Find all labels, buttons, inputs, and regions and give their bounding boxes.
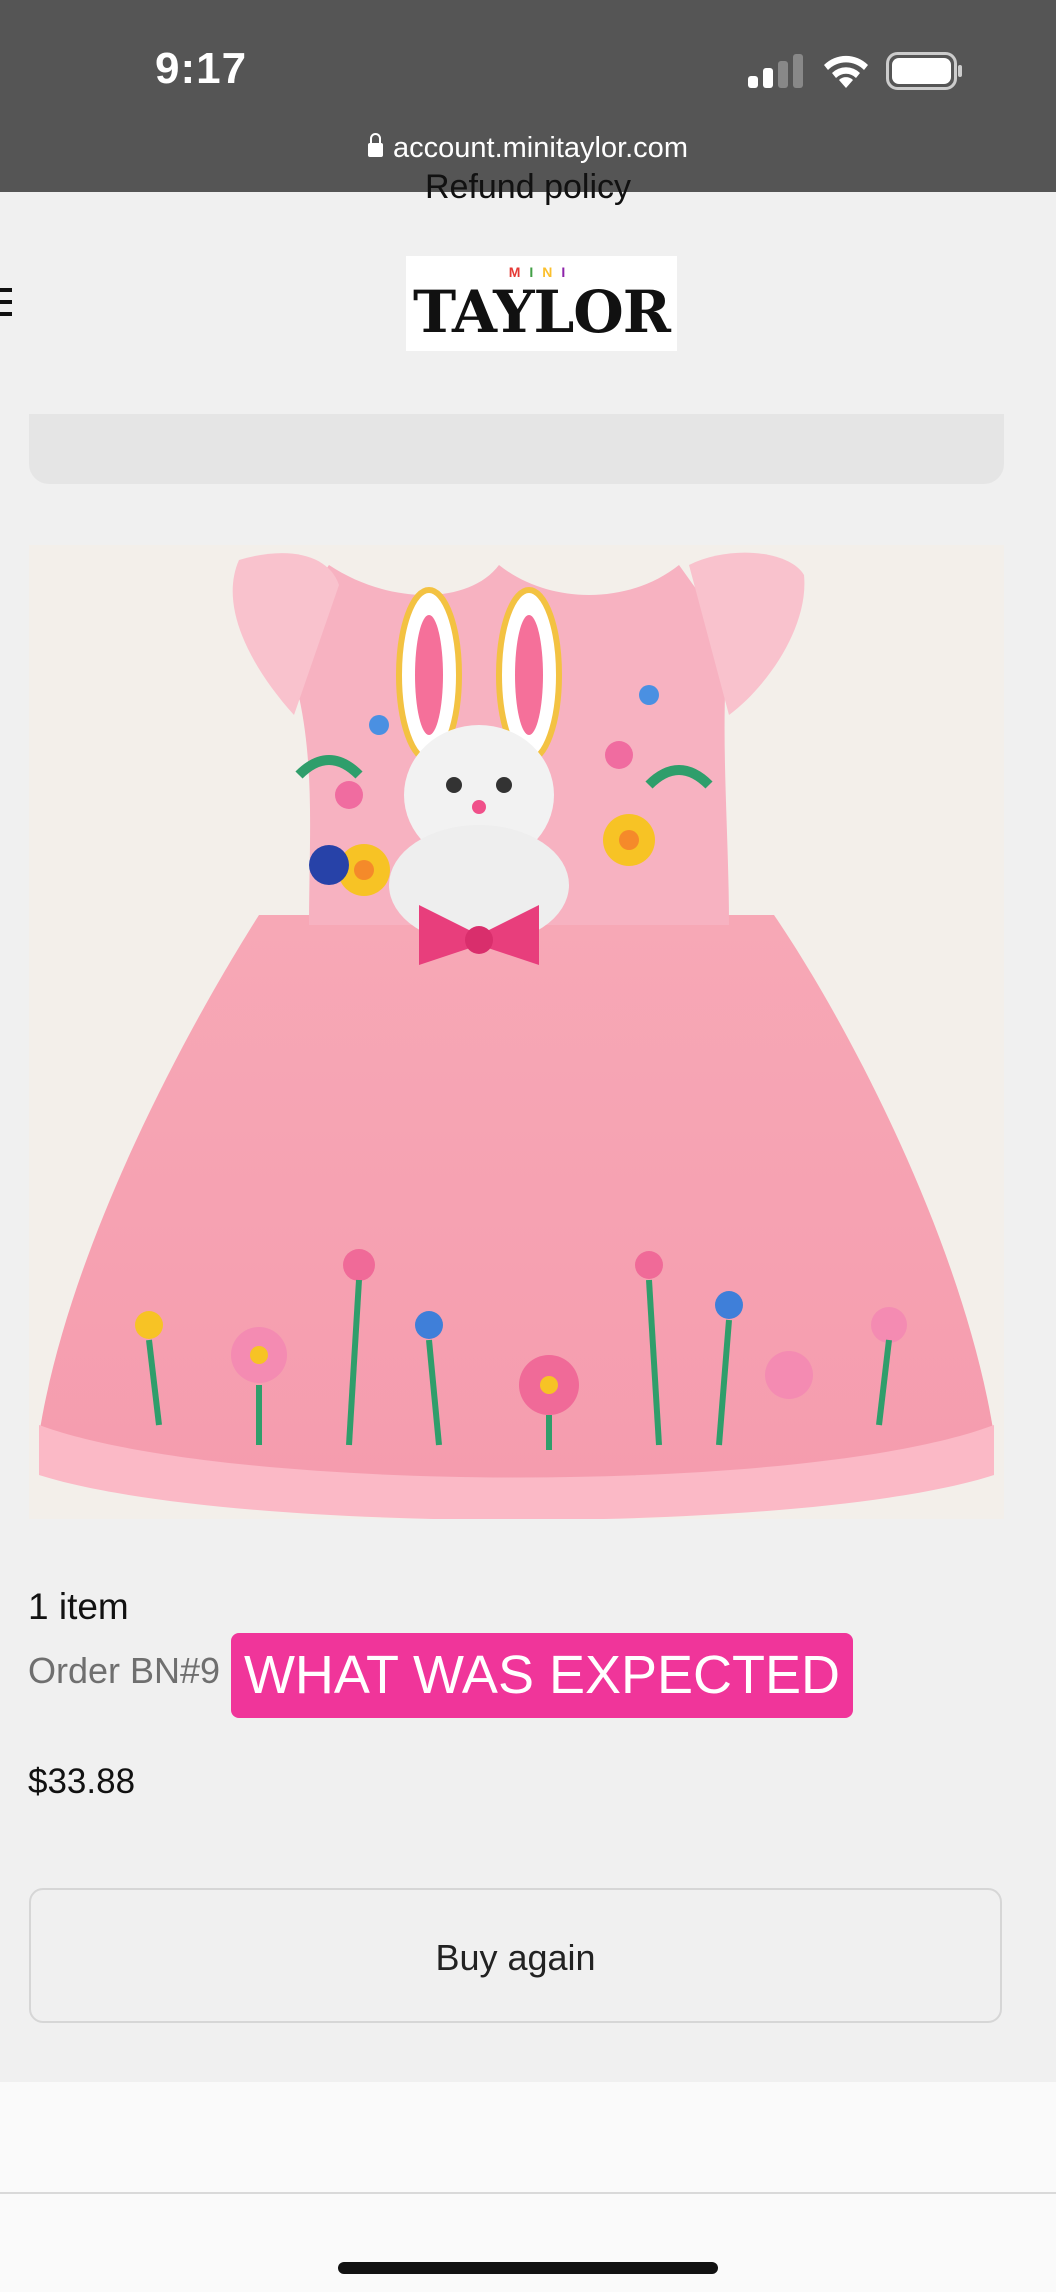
header-strip — [29, 414, 1004, 484]
order-number: Order BN#9 — [28, 1650, 221, 1691]
brand-logo[interactable]: MINI TAYLOR — [406, 256, 677, 351]
annotation-badge: WHAT WAS EXPECTED — [231, 1633, 853, 1718]
footer-divider — [0, 2192, 1056, 2194]
logo-taylor-text: TAYLOR — [412, 278, 671, 346]
buy-again-button[interactable]: Buy again — [29, 1888, 1002, 2023]
page-footer — [0, 2082, 1056, 2292]
lock-icon — [368, 133, 384, 157]
order-price: $33.88 — [28, 1762, 136, 1801]
url-bar[interactable]: account.minitaylor.com — [0, 132, 1056, 165]
menu-icon[interactable] — [0, 288, 12, 318]
browser-top-bar: 9:17 account.minitaylor.com — [0, 0, 1056, 192]
dress-illustration — [39, 552, 994, 1519]
product-image[interactable] — [29, 545, 1004, 1519]
home-indicator[interactable] — [338, 2262, 718, 2274]
wifi-icon — [824, 55, 868, 88]
refund-policy-link[interactable]: Refund policy — [0, 168, 1056, 207]
battery-icon — [886, 52, 962, 90]
item-count: 1 item — [28, 1586, 129, 1627]
status-time: 9:17 — [155, 44, 248, 93]
cellular-signal-icon — [748, 54, 804, 88]
url-text: account.minitaylor.com — [393, 132, 688, 164]
